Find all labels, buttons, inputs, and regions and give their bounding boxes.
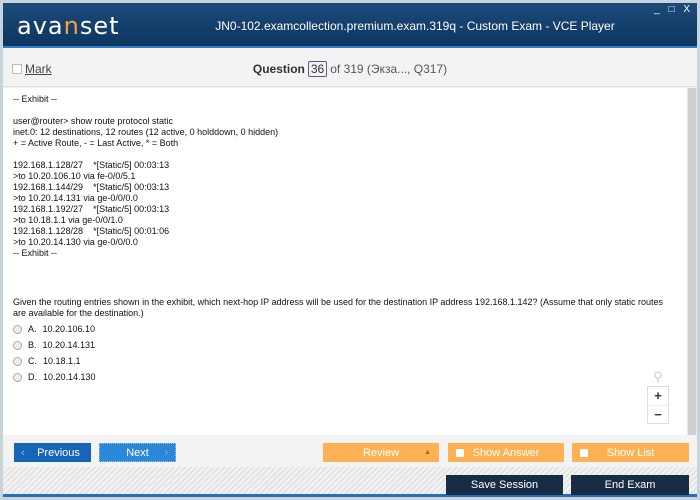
review-button[interactable]: Review ▲ <box>323 443 439 462</box>
question-total: of 319 (Экза..., Q317) <box>330 62 448 76</box>
exhibit-line: inet.0: 12 destinations, 12 routes (12 a… <box>13 127 279 137</box>
question-label: Question <box>252 62 305 76</box>
option-text: 10.20.14.131 <box>42 340 96 350</box>
title-bar: avanset JN0-102.examcollection.premium.e… <box>3 3 697 48</box>
exhibit-line: >to 10.18.1.1 via ge-0/0/1.0 <box>13 215 123 225</box>
vertical-scrollbar[interactable] <box>687 88 697 435</box>
exhibit: -- Exhibit -- user@router> show route pr… <box>13 94 677 259</box>
triangle-up-icon: ▲ <box>424 449 431 456</box>
exhibit-line <box>13 105 677 116</box>
exhibit-line: 192.168.1.144/29 *[Static/5] 00:03:13 <box>13 182 170 192</box>
chevron-left-icon: ‹ <box>21 446 25 459</box>
navigation-bar: ‹ Previous Next › Review ▲ Show Answer Show… <box>3 435 697 467</box>
question-toolbar: Mark Question 36 of 319 (Экза..., Q317) <box>3 50 697 87</box>
radio-button[interactable] <box>13 373 22 382</box>
radio-button[interactable] <box>13 325 22 334</box>
radio-button[interactable] <box>13 357 22 366</box>
option-letter: A. <box>28 324 37 334</box>
exhibit-line: >to 10.20.14.131 via ge-0/0/0.0 <box>13 193 138 203</box>
option-text: 10.20.106.10 <box>42 324 96 334</box>
exhibit-line: + = Active Route, - = Last Active, * = B… <box>13 138 179 148</box>
previous-label: Previous <box>37 446 80 459</box>
save-session-button[interactable]: Save Session <box>446 475 563 495</box>
exhibit-line: -- Exhibit -- <box>13 94 58 104</box>
scrollbar-thumb[interactable] <box>688 88 696 435</box>
exhibit-line: -- Exhibit -- <box>13 248 58 258</box>
session-bar: Save Session End Exam <box>3 467 697 497</box>
vce-player-window: avanset JN0-102.examcollection.premium.e… <box>3 3 697 497</box>
exhibit-line: 192.168.1.128/27 *[Static/5] 00:03:13 <box>13 160 170 170</box>
exhibit-line: user@router> show route protocol static <box>13 116 173 126</box>
show-list-label: Show List <box>606 446 655 459</box>
question-navigator: Question 36 of 319 (Экза..., Q317) <box>3 61 697 77</box>
exhibit-line <box>13 149 677 160</box>
checkbox-icon <box>456 448 464 457</box>
option-text: 10.18.1.1 <box>43 356 81 366</box>
next-button[interactable]: Next › <box>99 443 176 462</box>
question-number-input[interactable]: 36 <box>307 61 328 77</box>
answer-option[interactable]: C. 10.18.1.1 <box>13 356 677 367</box>
exhibit-line: >to 10.20.106.10 via fe-0/0/5.1 <box>13 171 136 181</box>
end-exam-button[interactable]: End Exam <box>571 475 689 495</box>
show-answer-label: Show Answer <box>472 446 540 459</box>
chevron-right-icon: › <box>164 446 168 459</box>
window-controls[interactable]: _ □ X <box>654 4 693 15</box>
exhibit-line: 192.168.1.192/27 *[Static/5] 00:03:13 <box>13 204 170 214</box>
review-label: Review <box>362 446 400 459</box>
option-text: 10.20.14.130 <box>43 372 96 382</box>
exhibit-line: 192.168.1.128/28 *[Static/5] 00:01:06 <box>13 226 170 236</box>
window-title: JN0-102.examcollection.premium.exam.319q… <box>215 19 615 33</box>
answer-option[interactable]: B. 10.20.14.131 <box>13 340 677 351</box>
zoom-control: ⚲ + − <box>647 369 669 424</box>
zoom-in-button[interactable]: + <box>648 387 668 405</box>
option-letter: B. <box>28 340 37 350</box>
option-letter: C. <box>28 356 37 366</box>
show-list-button[interactable]: Show List <box>572 443 689 462</box>
magnifier-icon: ⚲ <box>653 369 663 384</box>
next-label: Next <box>126 446 149 459</box>
checkbox-icon <box>580 448 588 457</box>
question-content: -- Exhibit -- user@router> show route pr… <box>3 88 687 435</box>
question-text: Given the routing entries shown in the e… <box>13 297 664 318</box>
show-answer-button[interactable]: Show Answer <box>448 443 564 462</box>
radio-button[interactable] <box>13 341 22 350</box>
previous-button[interactable]: ‹ Previous <box>14 443 91 462</box>
zoom-out-button[interactable]: − <box>648 405 668 423</box>
answer-option[interactable]: A. 10.20.106.10 <box>13 324 677 335</box>
answer-option[interactable]: D. 10.20.14.130 <box>13 372 677 383</box>
answer-options: A. 10.20.106.10 B. 10.20.14.131 C. 10.18.1.1 D… <box>13 324 677 383</box>
option-letter: D. <box>28 372 37 382</box>
exhibit-line: >to 10.20.14.130 via ge-0/0/0.0 <box>13 237 138 247</box>
